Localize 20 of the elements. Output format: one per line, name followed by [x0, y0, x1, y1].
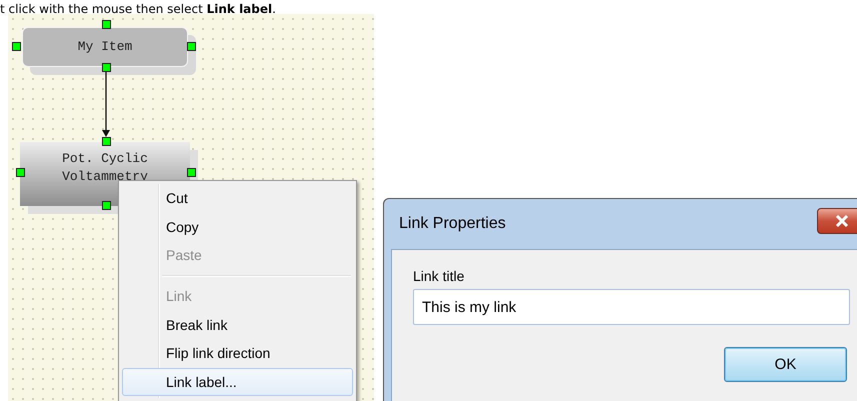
resize-handle-icon[interactable]	[16, 168, 25, 177]
caption-text: t click with the mouse then select Link label.	[0, 2, 276, 16]
menu-item[interactable]: Link label...	[122, 368, 353, 396]
dialog-title: Link Properties	[399, 215, 506, 233]
field-label: Link title	[413, 268, 466, 284]
resize-handle-icon[interactable]	[102, 63, 111, 72]
menu-item[interactable]: Break link	[122, 310, 353, 339]
link-title-field[interactable]: This is my link	[413, 289, 850, 325]
connector-arrow[interactable]	[102, 72, 110, 137]
resize-handle-icon[interactable]	[102, 20, 111, 29]
ok-button[interactable]: OK	[724, 347, 847, 382]
close-button[interactable]	[817, 208, 857, 234]
resize-handle-icon[interactable]	[102, 201, 111, 210]
resize-handle-icon[interactable]	[187, 168, 196, 177]
resize-handle-icon[interactable]	[187, 42, 196, 51]
menu-item[interactable]: Copy	[122, 212, 353, 242]
resize-handle-icon[interactable]	[102, 137, 111, 146]
menu-item[interactable]: Flip link direction	[122, 338, 353, 368]
close-icon	[835, 215, 849, 227]
resize-handle-icon[interactable]	[12, 42, 21, 51]
